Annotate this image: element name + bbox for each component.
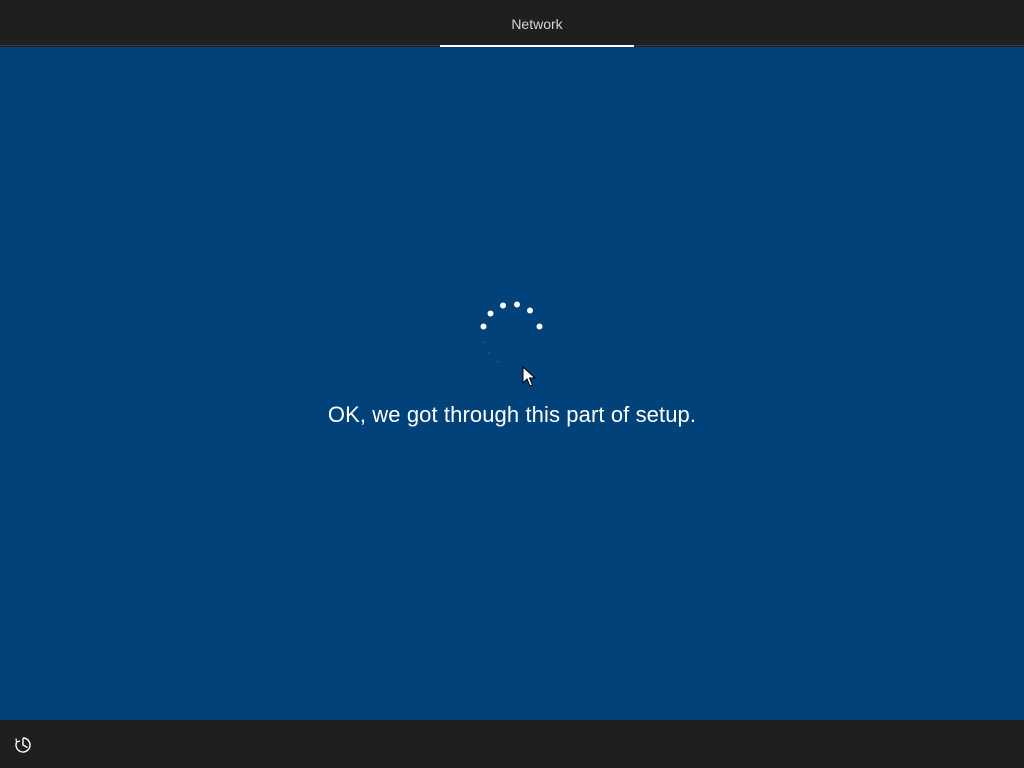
bottom-bar <box>0 720 1024 768</box>
spinner-dot <box>527 307 533 314</box>
spinner-dot <box>514 301 520 308</box>
spinner-dot <box>487 310 494 317</box>
setup-status-message: OK, we got through this part of setup. <box>327 402 697 427</box>
spinner-dot <box>496 360 500 364</box>
tab-network[interactable]: Network <box>440 0 634 47</box>
mouse-pointer-icon <box>522 366 536 387</box>
spinner-dot <box>536 323 543 330</box>
loading-spinner-icon <box>480 301 543 364</box>
spinner-dot <box>500 302 506 309</box>
spinner-dot <box>480 323 487 330</box>
top-bar: Network <box>0 0 1024 47</box>
spinner-dot <box>482 340 486 344</box>
spinner-dot <box>487 351 491 355</box>
tab-network-label: Network <box>511 16 563 32</box>
setup-content-area: OK, we got through this part of setup. <box>0 47 1024 720</box>
ease-of-access-icon[interactable] <box>12 734 34 756</box>
